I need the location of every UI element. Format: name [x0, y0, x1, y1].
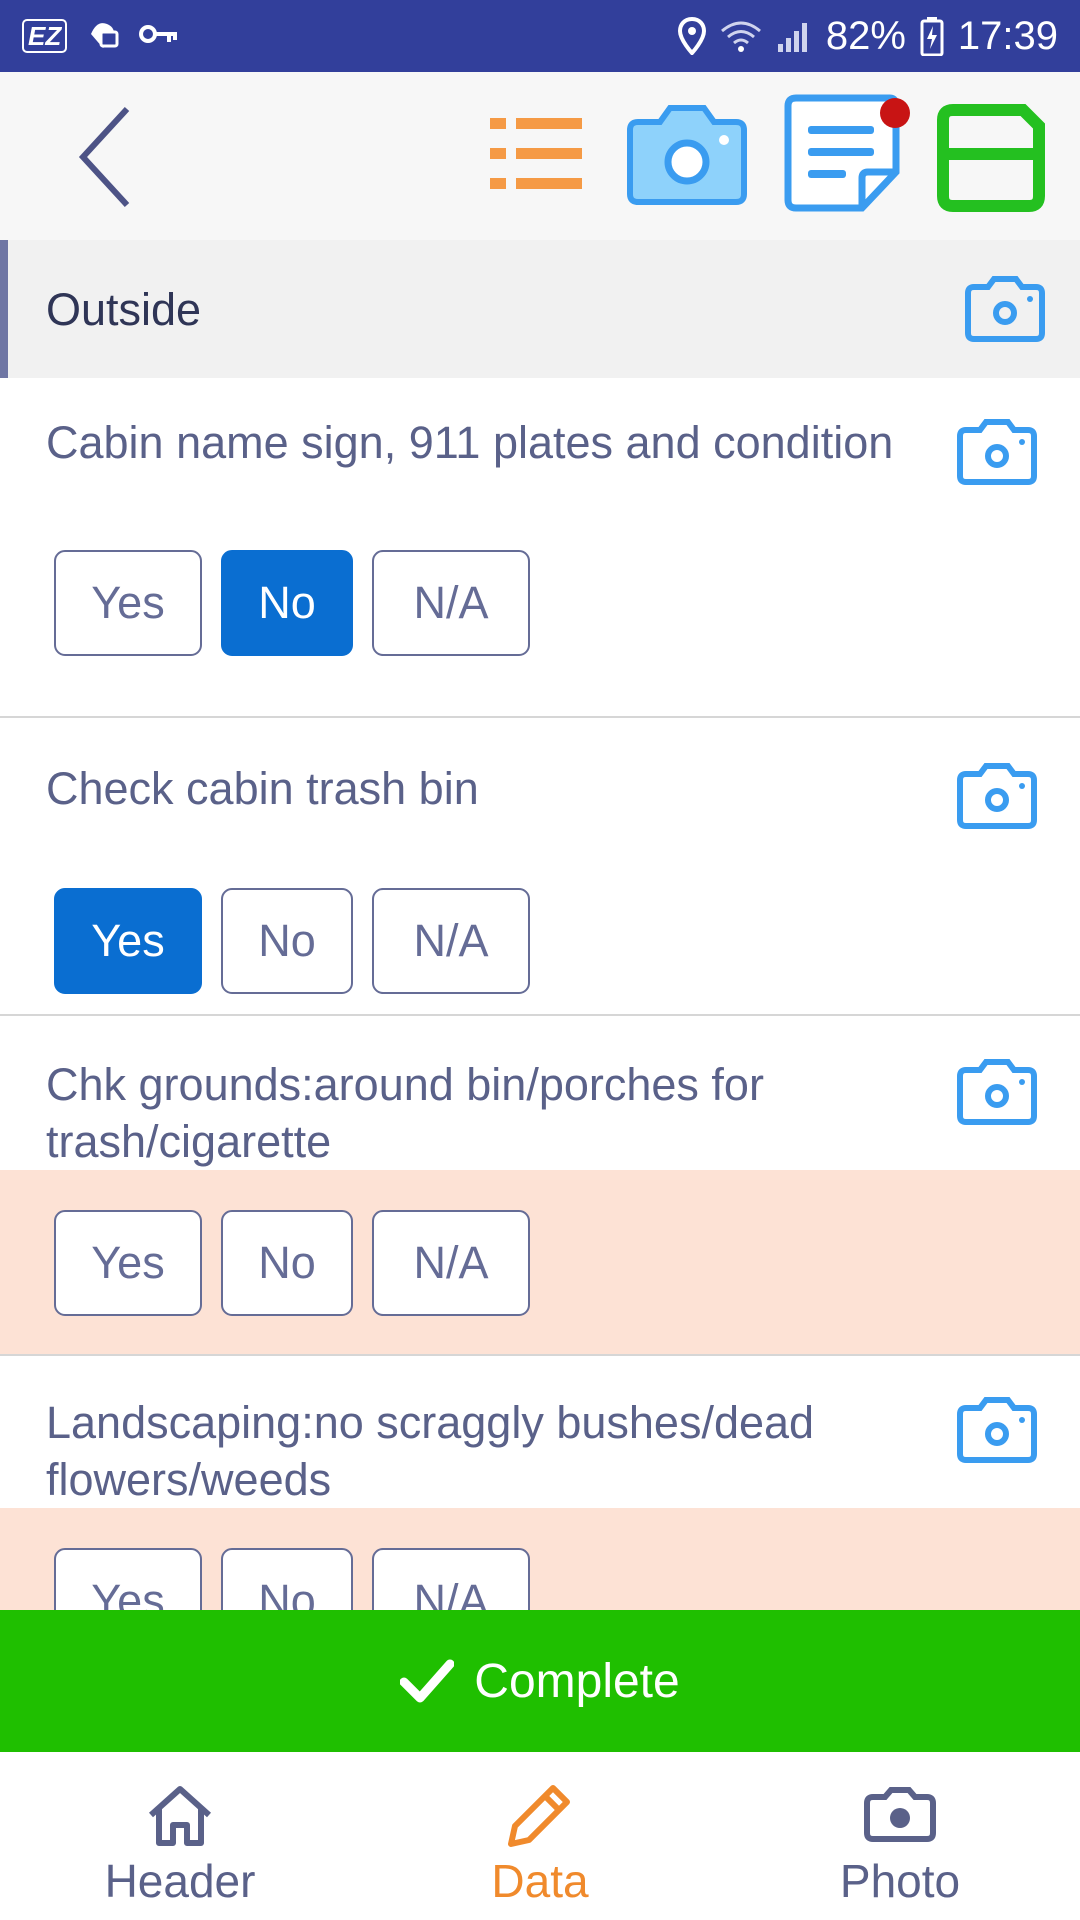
complete-label: Complete: [474, 1654, 680, 1708]
list-button[interactable]: [488, 106, 584, 202]
no-button[interactable]: No: [221, 1548, 353, 1610]
na-button[interactable]: N/A: [372, 550, 530, 656]
complete-button[interactable]: Complete: [0, 1610, 1080, 1752]
signal-icon: [776, 20, 812, 52]
choice-group: Yes No N/A: [0, 1170, 1080, 1354]
nav-header-tab[interactable]: Header: [30, 1752, 330, 1920]
question-text: Cabin name sign, 911 plates and conditio…: [46, 417, 894, 468]
save-button[interactable]: [935, 102, 1047, 214]
pencil-icon: [508, 1785, 570, 1847]
nav-photo-label: Photo: [839, 1855, 961, 1907]
checkmark-icon: [400, 1659, 455, 1703]
nav-header-label: Header: [104, 1855, 256, 1907]
question-row: Check cabin trash bin Yes No N/A: [0, 718, 1080, 1016]
ez-badge: EZ: [22, 19, 68, 53]
question-row: Chk grounds:around bin/porches for trash…: [0, 1016, 1080, 1356]
no-button[interactable]: No: [221, 888, 353, 994]
save-icon: [937, 104, 1045, 212]
key-icon: [139, 22, 179, 51]
camera-icon[interactable]: [956, 1058, 1038, 1126]
section-title: Outside: [46, 284, 202, 335]
na-button[interactable]: N/A: [372, 1210, 530, 1316]
camera-button[interactable]: [624, 102, 750, 206]
camera-icon: [627, 105, 747, 205]
yes-button[interactable]: Yes: [54, 550, 202, 656]
bottom-nav: Header Data Photo: [0, 1752, 1080, 1920]
toolbar: [0, 72, 1080, 240]
battery-charging-icon: [920, 16, 944, 56]
question-text: Chk grounds:around bin/porches for trash…: [46, 1059, 764, 1167]
yes-button[interactable]: Yes: [54, 1210, 202, 1316]
camera-icon[interactable]: [956, 762, 1038, 830]
notes-button[interactable]: [778, 92, 910, 214]
section-camera-icon[interactable]: [964, 275, 1046, 343]
section-header: Outside: [0, 240, 1080, 378]
status-bar: EZ 82% 17:39: [0, 0, 1080, 72]
nav-data-label: Data: [491, 1855, 589, 1907]
back-chevron-icon: [78, 106, 130, 208]
back-button[interactable]: [60, 102, 150, 212]
list-icon: [490, 118, 582, 189]
wifi-icon: [720, 19, 762, 53]
choice-group: Yes No N/A: [0, 868, 1080, 1014]
battery-percent: 82%: [825, 13, 906, 58]
no-button[interactable]: No: [221, 1210, 353, 1316]
home-icon: [148, 1786, 212, 1846]
question-row: Cabin name sign, 911 plates and conditio…: [0, 378, 1080, 718]
camera-icon[interactable]: [956, 418, 1038, 486]
choice-group: Yes No N/A: [0, 538, 1080, 716]
nav-data-tab[interactable]: Data: [390, 1752, 690, 1920]
notification-badge: [880, 98, 910, 128]
nav-photo-tab[interactable]: Photo: [750, 1752, 1050, 1920]
camera-icon[interactable]: [956, 1396, 1038, 1464]
camera-icon: [864, 1787, 936, 1842]
no-button[interactable]: No: [221, 550, 353, 656]
yes-button[interactable]: Yes: [54, 888, 202, 994]
question-row: Landscaping:no scraggly bushes/dead flow…: [0, 1356, 1080, 1610]
yes-button[interactable]: Yes: [54, 1548, 202, 1610]
na-button[interactable]: N/A: [372, 888, 530, 994]
choice-group: Yes No N/A: [0, 1508, 1080, 1610]
question-text: Check cabin trash bin: [46, 763, 479, 814]
question-text: Landscaping:no scraggly bushes/dead flow…: [46, 1397, 815, 1505]
na-button[interactable]: N/A: [372, 1548, 530, 1610]
clock-time: 17:39: [957, 13, 1058, 58]
location-icon: [677, 17, 706, 55]
lock-notification-icon: [83, 16, 123, 57]
